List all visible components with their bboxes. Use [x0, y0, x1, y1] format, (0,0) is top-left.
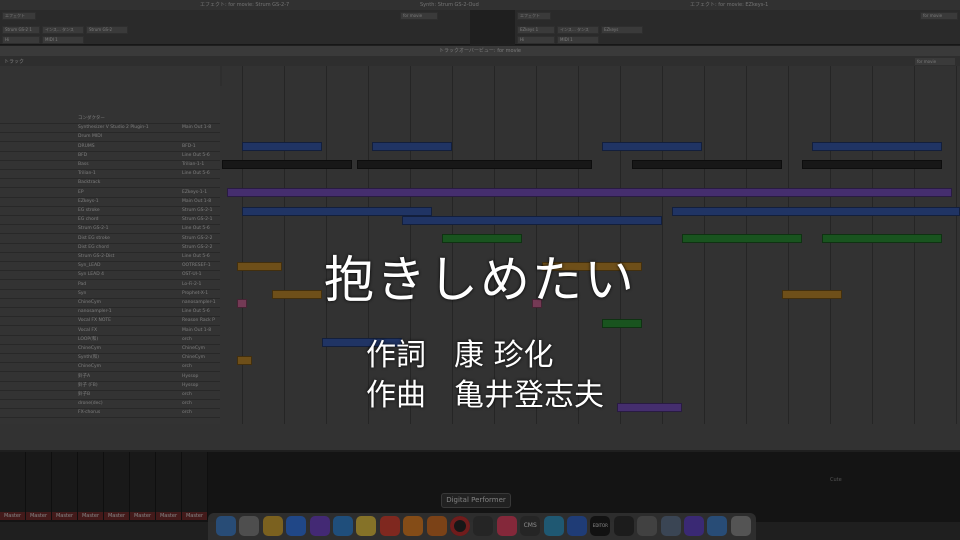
song-title: 抱きしめたい — [324, 251, 636, 309]
lyricist-name: 康 珍化 — [454, 338, 554, 373]
composer-name: 亀井登志夫 — [454, 378, 604, 413]
lyricist-role: 作詞 — [366, 338, 426, 373]
composer-credit: 作曲 亀井登志夫 — [366, 370, 604, 414]
lyricist-credit: 作詞康 珍化 — [366, 330, 554, 374]
composer-role: 作曲 — [366, 378, 426, 413]
